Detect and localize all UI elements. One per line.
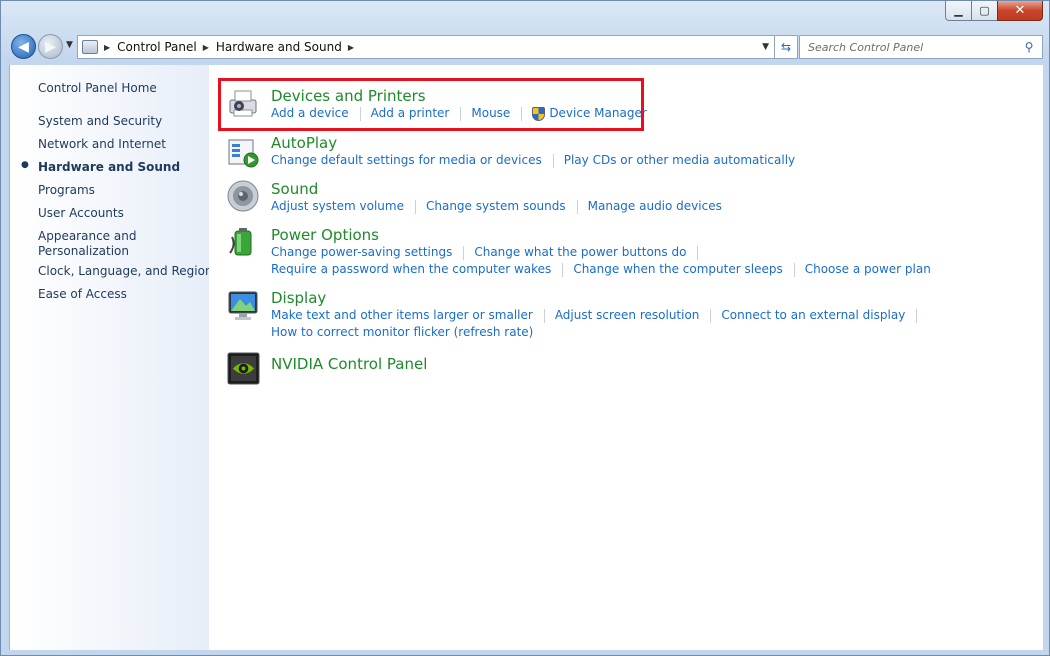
make-text-larger-link[interactable]: Make text and other items larger or smal… — [271, 308, 533, 322]
manage-audio-devices-link[interactable]: Manage audio devices — [588, 199, 722, 213]
adjust-screen-resolution-link[interactable]: Adjust screen resolution — [555, 308, 700, 322]
change-system-sounds-link[interactable]: Change system sounds — [426, 199, 566, 213]
search-icon[interactable]: ⚲ — [1020, 40, 1038, 54]
back-arrow-icon: ◀ — [18, 38, 29, 55]
minimize-button[interactable]: ▁ — [945, 1, 972, 21]
address-dropdown-icon[interactable]: ▼ — [762, 42, 769, 52]
sidebar-item-hardware-and-sound[interactable]: Hardware and Sound — [38, 160, 180, 175]
connect-external-display-link[interactable]: Connect to an external display — [721, 308, 905, 322]
sidebar: Control Panel Home System and Security N… — [9, 65, 213, 650]
separator — [916, 309, 918, 323]
separator — [576, 200, 578, 214]
adjust-system-volume-link[interactable]: Adjust system volume — [271, 199, 404, 213]
close-button[interactable]: ✕ — [997, 1, 1043, 21]
sidebar-item-ease-of-access[interactable]: Ease of Access — [38, 287, 127, 302]
separator — [543, 309, 545, 323]
separator — [414, 200, 416, 214]
sidebar-item-programs[interactable]: Programs — [38, 183, 95, 198]
nvidia-control-panel-link[interactable]: NVIDIA Control Panel — [271, 355, 427, 373]
separator — [552, 154, 554, 168]
breadcrumb-arrow-icon[interactable]: ▶ — [203, 43, 209, 52]
current-item-bullet-icon: ● — [21, 160, 29, 170]
autoplay-link[interactable]: AutoPlay — [271, 134, 337, 152]
monitor-icon — [228, 291, 258, 320]
sidebar-item-personalization[interactable]: Personalization — [38, 244, 129, 259]
sound-tasks: Adjust system volume Change system sound… — [271, 199, 722, 214]
highlight-box — [218, 78, 644, 131]
sidebar-item-clock-language-region[interactable]: Clock, Language, and Region — [38, 264, 213, 279]
autoplay-icon — [228, 139, 259, 168]
maximize-button[interactable]: ▢ — [971, 1, 998, 21]
separator — [463, 246, 465, 260]
sidebar-item-system-and-security[interactable]: System and Security — [38, 114, 162, 129]
address-bar[interactable]: ▶ Control Panel ▶ Hardware and Sound ▶ ▼ — [77, 35, 776, 59]
power-options-tasks-row-2: Require a password when the computer wak… — [271, 262, 931, 277]
separator — [697, 246, 699, 260]
display-tasks-row-1: Make text and other items larger or smal… — [271, 308, 927, 323]
separator — [793, 263, 795, 277]
change-power-buttons-link[interactable]: Change what the power buttons do — [474, 245, 686, 259]
sound-link[interactable]: Sound — [271, 180, 318, 198]
correct-monitor-flicker-link[interactable]: How to correct monitor flicker (refresh … — [271, 325, 533, 339]
breadcrumb-arrow-icon[interactable]: ▶ — [348, 43, 354, 52]
forward-button[interactable]: ▶ — [38, 34, 63, 59]
sidebar-item-user-accounts[interactable]: User Accounts — [38, 206, 124, 221]
refresh-button[interactable]: ⇆ — [774, 35, 798, 59]
back-button[interactable]: ◀ — [11, 34, 36, 59]
sidebar-item-network-and-internet[interactable]: Network and Internet — [38, 137, 166, 152]
display-tasks-row-2: How to correct monitor flicker (refresh … — [271, 325, 533, 339]
battery-icon — [229, 228, 252, 256]
main-content: Devices and Printers Add a device Add a … — [209, 65, 1043, 650]
navigation-bar: ◀ ▶ ▼ ▶ Control Panel ▶ Hardware and Sou… — [9, 33, 1043, 61]
power-options-link[interactable]: Power Options — [271, 226, 379, 244]
change-default-media-settings-link[interactable]: Change default settings for media or dev… — [271, 153, 542, 167]
nvidia-icon — [227, 352, 260, 385]
change-power-saving-settings-link[interactable]: Change power-saving settings — [271, 245, 452, 259]
autoplay-tasks: Change default settings for media or dev… — [271, 153, 795, 168]
breadcrumb-hardware-and-sound[interactable]: Hardware and Sound — [216, 40, 342, 54]
power-options-tasks-row-1: Change power-saving settings Change what… — [271, 245, 708, 260]
change-when-computer-sleeps-link[interactable]: Change when the computer sleeps — [573, 262, 782, 276]
search-box[interactable]: ⚲ — [799, 35, 1043, 59]
display-link[interactable]: Display — [271, 289, 326, 307]
breadcrumb-control-panel[interactable]: Control Panel — [117, 40, 197, 54]
choose-power-plan-link[interactable]: Choose a power plan — [805, 262, 931, 276]
separator — [562, 263, 564, 277]
speaker-icon — [227, 180, 259, 212]
play-cds-automatically-link[interactable]: Play CDs or other media automatically — [564, 153, 795, 167]
control-panel-window: ▁ ▢ ✕ ◀ ▶ ▼ ▶ Control Panel ▶ Hardware a… — [0, 0, 1050, 656]
forward-arrow-icon: ▶ — [45, 38, 56, 55]
recent-pages-dropdown-icon[interactable]: ▼ — [66, 40, 73, 50]
search-input[interactable] — [806, 37, 1020, 57]
caption-buttons: ▁ ▢ ✕ — [945, 1, 1043, 22]
breadcrumb-arrow-icon[interactable]: ▶ — [104, 43, 110, 52]
require-password-on-wake-link[interactable]: Require a password when the computer wak… — [271, 262, 551, 276]
control-panel-icon — [82, 40, 98, 54]
sidebar-item-appearance[interactable]: Appearance and — [38, 229, 136, 244]
separator — [710, 309, 712, 323]
sidebar-item-control-panel-home[interactable]: Control Panel Home — [38, 81, 157, 96]
refresh-icon: ⇆ — [780, 40, 792, 54]
